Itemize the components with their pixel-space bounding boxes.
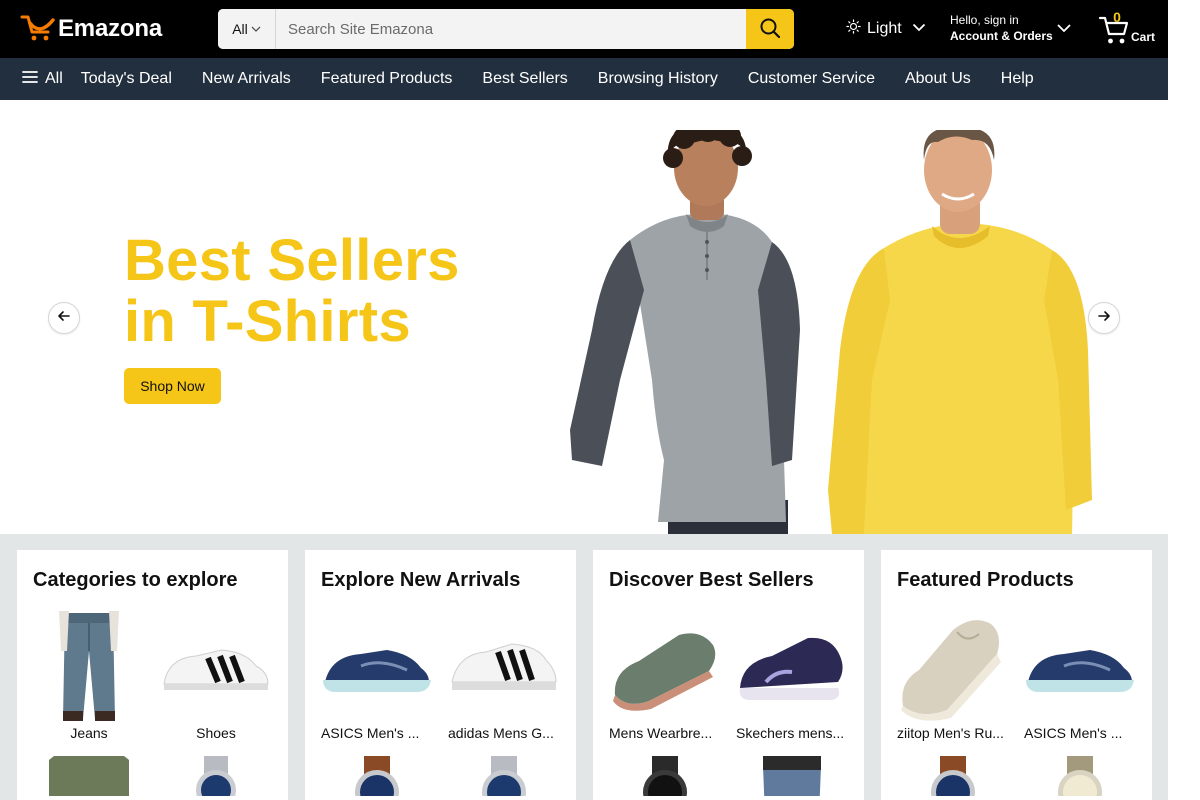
- tshirt-image: [33, 756, 145, 796]
- card-title: Categories to explore: [33, 569, 238, 591]
- hero-title-line-1: Best Sellers: [124, 228, 460, 293]
- nav-item-help[interactable]: Help: [1001, 70, 1034, 88]
- blue-running-shoe-image: [321, 610, 433, 722]
- card-title: Explore New Arrivals: [321, 569, 521, 591]
- card-categories-to-explore: Categories to explore Jeans Shoes: [17, 550, 288, 800]
- cart-label: Cart: [1131, 30, 1156, 44]
- search-input[interactable]: [276, 9, 746, 49]
- nav-item-new-arrivals[interactable]: New Arrivals: [202, 70, 291, 88]
- category-tile-jeans[interactable]: Jeans: [33, 610, 145, 742]
- tile-label: Shoes: [196, 725, 236, 741]
- watch-image: [1024, 756, 1136, 796]
- watch-image: [160, 756, 272, 796]
- shop-now-button[interactable]: Shop Now: [124, 368, 221, 404]
- white-sneaker-image: [160, 610, 272, 722]
- nav-bar: All Today's Deal New Arrivals Featured P…: [0, 58, 1168, 100]
- tile-label: Skechers mens...: [736, 725, 845, 741]
- hero-banner: Best Sellers in T-Shirts Shop Now: [0, 100, 1168, 534]
- card-title: Featured Products: [897, 569, 1074, 591]
- white-sneaker-image: [448, 610, 560, 722]
- watch-image: [448, 756, 560, 796]
- nav-item-browsing-history[interactable]: Browsing History: [598, 70, 718, 88]
- nav-all-label: All: [45, 70, 63, 87]
- theme-toggle[interactable]: Light: [846, 16, 926, 42]
- product-tile[interactable]: [736, 756, 848, 796]
- chevron-down-icon: [912, 20, 926, 39]
- jeans-image: [33, 610, 145, 722]
- account-greeting: Hello, sign in: [950, 13, 1019, 27]
- tile-label: ASICS Men's ...: [321, 725, 420, 741]
- nav-all-menu[interactable]: All: [22, 70, 63, 89]
- product-tile[interactable]: [448, 756, 560, 796]
- product-tile[interactable]: [897, 756, 1009, 796]
- tile-label: Mens Wearbre...: [609, 725, 713, 741]
- tile-label: adidas Mens G...: [448, 725, 554, 741]
- product-tile[interactable]: [321, 756, 433, 796]
- tile-label: ASICS Men's ...: [1024, 725, 1123, 741]
- arrow-right-icon: [1097, 309, 1111, 328]
- sun-icon: [846, 19, 861, 39]
- nav-item-todays-deal[interactable]: Today's Deal: [81, 70, 172, 88]
- chevron-down-icon[interactable]: [1056, 20, 1072, 41]
- nav-item-customer-service[interactable]: Customer Service: [748, 70, 875, 88]
- carousel-next-button[interactable]: [1088, 302, 1120, 334]
- account-menu[interactable]: Hello, sign in Account & Orders: [950, 13, 1053, 44]
- category-tile-watch[interactable]: [160, 756, 272, 796]
- logo-text: Emazona: [58, 15, 162, 42]
- product-cards-section: Categories to explore Jeans Shoes Explor…: [0, 534, 1168, 800]
- blue-running-shoe-image: [1024, 610, 1136, 722]
- search-bar: All: [218, 9, 794, 49]
- watch-image: [897, 756, 1009, 796]
- product-tile[interactable]: [1024, 756, 1136, 796]
- nav-item-featured-products[interactable]: Featured Products: [321, 70, 453, 88]
- search-category-select[interactable]: All: [218, 9, 276, 49]
- search-button[interactable]: [746, 9, 794, 49]
- search-icon: [759, 17, 781, 42]
- nav-item-best-sellers[interactable]: Best Sellers: [482, 70, 567, 88]
- product-tile[interactable]: [609, 756, 721, 796]
- category-tile-shoes[interactable]: Shoes: [160, 610, 272, 742]
- watch-image: [321, 756, 433, 796]
- hero-title: Best Sellers in T-Shirts: [124, 230, 460, 352]
- card-explore-new-arrivals: Explore New Arrivals ASICS Men's ... adi…: [305, 550, 576, 800]
- hero-title-line-2: in T-Shirts: [124, 289, 411, 354]
- category-tile-tshirt[interactable]: [33, 756, 145, 796]
- account-orders-label: Account & Orders: [950, 29, 1053, 43]
- hamburger-menu-icon: [22, 70, 38, 89]
- navy-shoe-image: [736, 610, 848, 722]
- top-header: Emazona All Light Hello, sign in Account…: [0, 0, 1168, 58]
- tile-label: ziitop Men's Ru...: [897, 725, 1004, 741]
- green-shoe-image: [609, 610, 721, 722]
- product-tile[interactable]: ASICS Men's ...: [1024, 610, 1136, 742]
- search-category-label: All: [232, 21, 248, 37]
- beige-shoe-image: [897, 610, 1009, 722]
- card-featured-products: Featured Products ziitop Men's Ru... ASI…: [881, 550, 1152, 800]
- product-tile[interactable]: ziitop Men's Ru...: [897, 610, 1009, 742]
- logo[interactable]: Emazona: [20, 12, 162, 46]
- jeans-image: [736, 756, 848, 796]
- card-discover-best-sellers: Discover Best Sellers Mens Wearbre... Sk…: [593, 550, 864, 800]
- product-tile[interactable]: adidas Mens G...: [448, 610, 560, 742]
- carousel-prev-button[interactable]: [48, 302, 80, 334]
- watch-image: [609, 756, 721, 796]
- chevron-down-icon: [251, 21, 261, 37]
- cart-logo-icon: [20, 12, 56, 47]
- card-title: Discover Best Sellers: [609, 569, 814, 591]
- nav-item-about-us[interactable]: About Us: [905, 70, 971, 88]
- theme-label: Light: [867, 20, 902, 37]
- hero-models-image: [560, 118, 1120, 534]
- cart-count: 0: [1113, 9, 1121, 25]
- product-tile[interactable]: Mens Wearbre...: [609, 610, 721, 742]
- arrow-left-icon: [57, 309, 71, 328]
- tile-label: Jeans: [70, 725, 108, 741]
- cart-button[interactable]: 0 Cart: [1098, 9, 1160, 46]
- product-tile[interactable]: ASICS Men's ...: [321, 610, 433, 742]
- product-tile[interactable]: Skechers mens...: [736, 610, 848, 742]
